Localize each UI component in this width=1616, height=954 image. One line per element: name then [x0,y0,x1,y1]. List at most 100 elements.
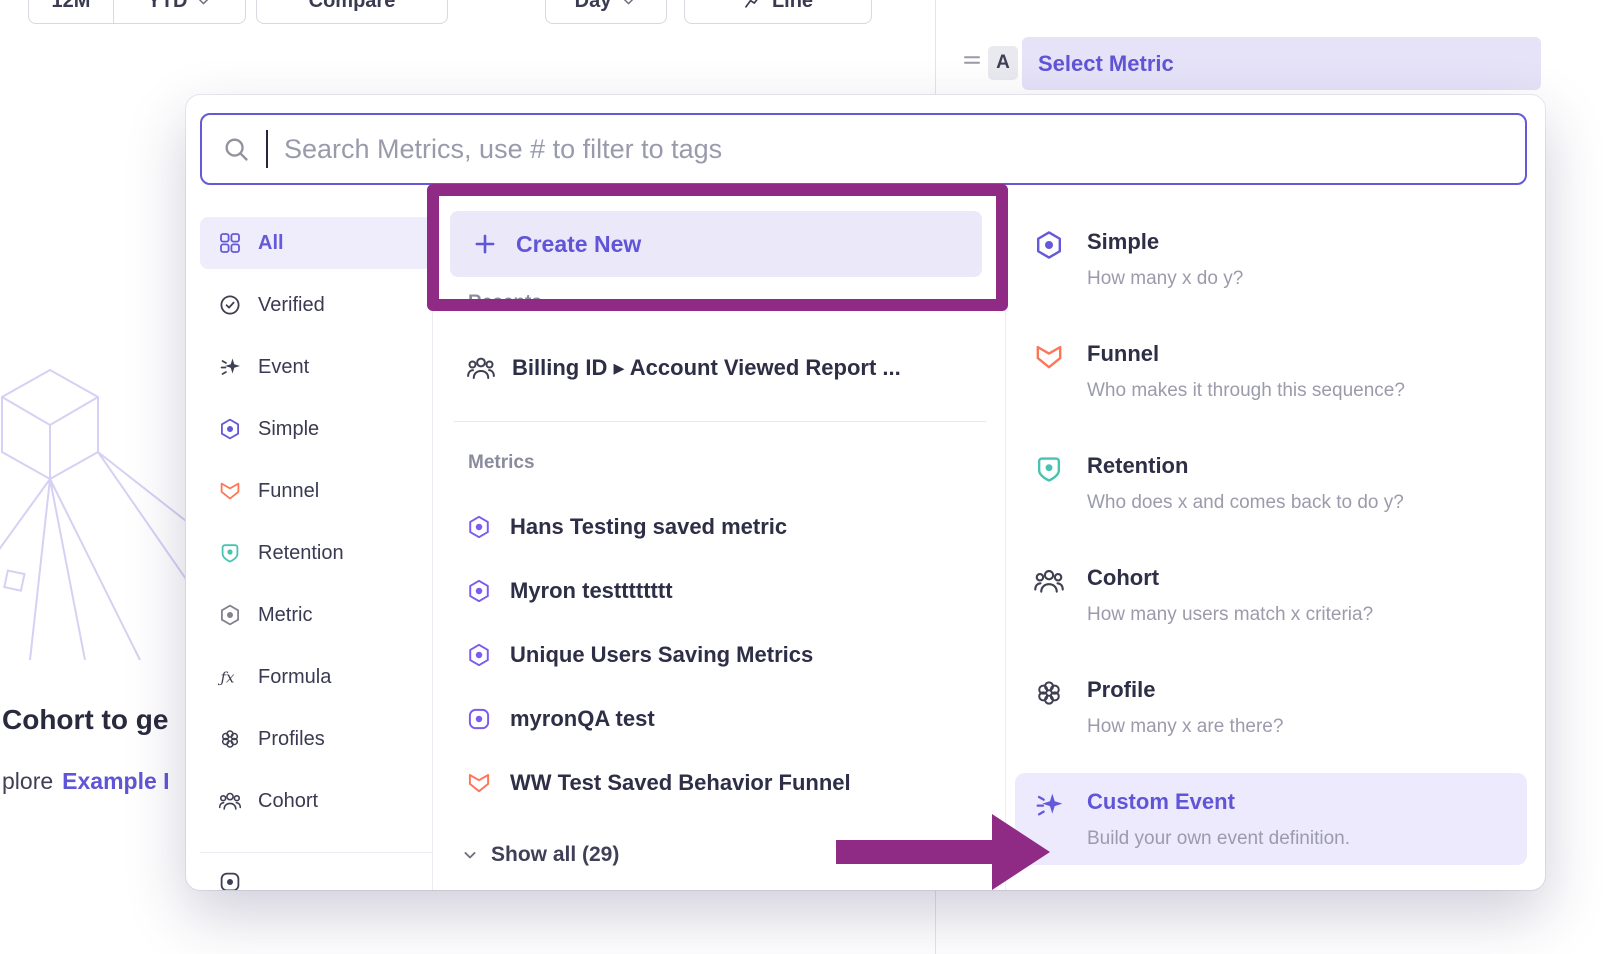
people-icon [466,353,496,383]
metric-type-description: How many users match x criteria? [1087,604,1373,626]
flower-icon [218,727,242,751]
formula-icon: ƒx [218,665,242,689]
series-a-label: A [996,52,1010,74]
compare-button[interactable]: Compare [256,0,448,24]
sidebar-filter-label: Formula [258,666,331,689]
shield-icon [1033,453,1065,485]
create-new-button[interactable]: Create New [450,211,982,277]
saved-metrics-list: Hans Testing saved metric Myron testtttt… [466,503,986,823]
metric-type-option[interactable]: Cohort How many users match x criteria? [1015,549,1527,641]
empty-state-text: plore [2,768,53,795]
sidebar-filter-label: Funnel [258,480,319,503]
empty-state-title: Cohort to ge [2,704,168,736]
search-icon [222,135,250,163]
sidebar-filter-label: Simple [258,418,319,441]
sparkle-icon [1033,789,1065,821]
sidebar-filter-item[interactable]: Funnel [200,465,432,517]
flower-icon [1033,677,1065,709]
create-new-label: Create New [516,231,641,258]
hexagon-icon [466,514,492,540]
section-divider [454,421,986,422]
saved-metric-item[interactable]: WW Test Saved Behavior Funnel [466,759,986,807]
metric-type-description: Who does x and comes back to do y? [1087,492,1404,514]
saved-metric-label: myronQA test [510,706,655,732]
range-ytd-button[interactable]: YTD [113,0,245,23]
range-12m-button[interactable]: 12M [29,0,113,23]
hexagon-icon [218,603,242,627]
granularity-day-button[interactable]: Day [545,0,667,24]
empty-state-subtitle: plore Example I [2,768,170,795]
metric-type-title: Funnel [1087,339,1405,369]
sidebar-filter-item[interactable]: Profiles [200,713,432,765]
funnel-icon [1033,341,1065,373]
grid-icon [218,231,242,255]
metric-type-option[interactable]: Funnel Who makes it through this sequenc… [1015,325,1527,417]
recents-section-label: Recents [468,292,542,314]
sidebar-filter-item[interactable]: Metric [200,589,432,641]
funnel-icon [218,479,242,503]
hexagon-icon [466,578,492,604]
verified-icon [218,293,242,317]
recents-list: Billing ID ▸ Account Viewed Report ... [466,345,986,391]
chevron-down-icon [620,0,637,10]
saved-metric-item[interactable]: Hans Testing saved metric [466,503,986,551]
saved-metric-item[interactable]: myronQA test [466,695,986,743]
sidebar-filter-item[interactable]: All [200,217,432,269]
sidebar-filter-label: Cohort [258,790,318,813]
sidebar-filter-label: Metric [258,604,312,627]
metric-type-title: Custom Event [1087,787,1350,817]
saved-metric-item[interactable]: Unique Users Saving Metrics [466,631,986,679]
metric-picker-modal: All Verified Event Simple Funnel Retenti… [186,95,1545,890]
range-12m-label: 12M [52,0,91,13]
sidebar-filter-item[interactable]: ƒx Formula [200,651,432,703]
people-icon [218,789,242,813]
compare-label: Compare [309,0,396,13]
metrics-column: Create New Recents Billing ID ▸ Account … [432,95,1005,890]
column-divider [1005,207,1006,890]
sidebar-filter-item[interactable]: Verified [200,279,432,331]
metric-type-description: How many x do y? [1087,268,1243,290]
funnel-icon [466,770,492,796]
saved-metric-item[interactable]: Myron testttttttt [466,567,986,615]
sidebar-divider [200,852,432,853]
sparkle-icon [218,355,242,379]
example-report-link[interactable]: Example I [62,768,169,795]
metric-type-option[interactable]: Retention Who does x and comes back to d… [1015,437,1527,529]
drag-handle-icon[interactable] [960,48,984,72]
metric-type-title: Profile [1087,675,1283,705]
sidebar-filter-label: Profiles [258,728,325,751]
show-all-toggle[interactable]: Show all (29) [460,843,619,867]
hexagon-icon [1033,229,1065,261]
metrics-section-label: Metrics [468,452,535,474]
metric-type-option[interactable]: Custom Event Build your own event defini… [1015,773,1527,865]
people-icon [1033,565,1065,597]
text-caret [266,130,268,168]
plus-icon [472,231,498,257]
sidebar-filter-item[interactable]: Simple [200,403,432,455]
sidebar-filter-item[interactable]: Cohort [200,775,432,827]
range-ytd-label: YTD [148,0,188,13]
sidebar-partial-item-icon[interactable] [218,870,242,890]
metric-type-option[interactable]: Simple How many x do y? [1015,213,1527,305]
recent-item[interactable]: Billing ID ▸ Account Viewed Report ... [466,345,986,391]
sidebar-filter-label: Verified [258,294,325,317]
shield-icon [218,541,242,565]
filter-sidebar: All Verified Event Simple Funnel Retenti… [200,217,432,837]
select-metric-label: Select Metric [1038,51,1174,77]
chart-type-line-button[interactable]: Line [684,0,872,24]
sidebar-filter-label: Retention [258,542,344,565]
screen: 12M YTD Compare Day Line A Select Metric… [0,0,1616,954]
metric-type-option[interactable]: Profile How many x are there? [1015,661,1527,753]
metric-type-title: Simple [1087,227,1243,257]
select-metric-field[interactable]: Select Metric [1022,37,1541,90]
sidebar-filter-item[interactable]: Retention [200,527,432,579]
squircle-icon [466,706,492,732]
metric-type-title: Cohort [1087,563,1373,593]
saved-metric-label: WW Test Saved Behavior Funnel [510,770,851,796]
granularity-label: Day [575,0,612,13]
svg-text:ƒx: ƒx [218,669,235,687]
metric-type-title: Retention [1087,451,1404,481]
line-chart-icon [743,0,763,11]
saved-metric-label: Hans Testing saved metric [510,514,787,540]
sidebar-filter-item[interactable]: Event [200,341,432,393]
